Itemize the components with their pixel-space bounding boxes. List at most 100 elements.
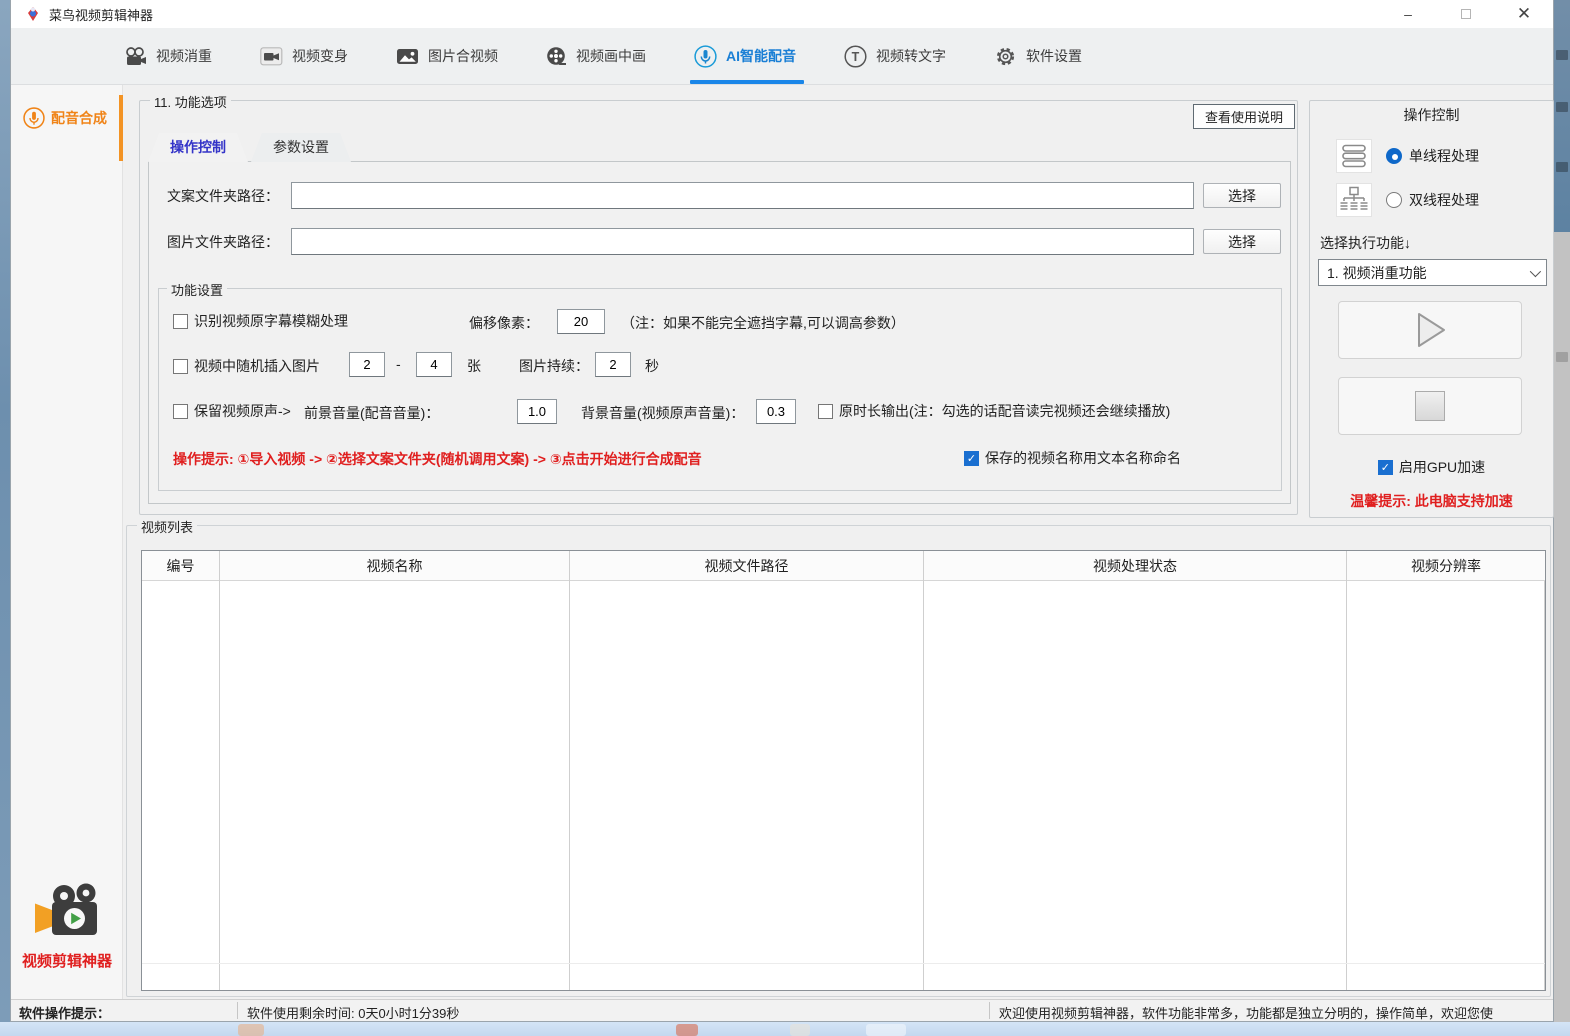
taskbar-icon — [676, 1024, 698, 1036]
video-list-group: 视频列表 编号 视频名称 视频文件路径 视频处理状态 视频分辨率 — [126, 525, 1551, 997]
movie-camera-icon — [123, 47, 147, 66]
video-list-title: 视频列表 — [137, 517, 197, 536]
fg-volume-input[interactable] — [517, 399, 557, 424]
taskbar-icon — [238, 1024, 264, 1036]
function-select[interactable]: 1. 视频消重功能 — [1318, 259, 1547, 286]
film-reel-icon — [546, 46, 567, 67]
welcome-marquee-text: 欢迎使用视频剪辑神器，软件功能非常多，功能都是独立分明的，操作简单，欢迎您使 — [999, 1003, 1493, 1021]
start-button[interactable] — [1338, 301, 1522, 359]
nav-tab-image-to-video[interactable]: 图片合视频 — [396, 28, 498, 84]
single-thread-radio[interactable]: 单线程处理 — [1386, 146, 1479, 166]
checkbox-box — [173, 359, 188, 374]
app-icon — [25, 6, 41, 22]
nav-tab-video-transform[interactable]: 视频变身 — [260, 28, 348, 84]
desktop-edge-left — [0, 0, 10, 1022]
save-name-checkbox[interactable]: 保存的视频名称用文本名称命名 — [964, 448, 1181, 468]
table-column — [142, 551, 220, 990]
image-folder-browse-button[interactable]: 选择 — [1203, 229, 1281, 254]
header-video-name[interactable]: 视频名称 — [220, 551, 570, 581]
header-status[interactable]: 视频处理状态 — [924, 551, 1347, 581]
bg-volume-input[interactable] — [756, 399, 796, 424]
sidebar-item-dubbing-synthesis[interactable]: 配音合成 — [11, 107, 122, 129]
checkbox-box — [964, 451, 979, 466]
nav-tab-video-to-text[interactable]: T 视频转文字 — [844, 28, 946, 84]
chevron-down-icon — [1530, 265, 1541, 276]
status-divider — [237, 1002, 238, 1019]
table-column — [220, 551, 570, 990]
text-circle-icon: T — [844, 45, 867, 68]
nav-tab-video-dedup[interactable]: 视频消重 — [123, 28, 212, 84]
tab-operation-control[interactable]: 操作控制 — [148, 133, 248, 162]
function-settings-group: 功能设置 识别视频原字幕模糊处理 偏移像素： （注：如果不能完全遮挡字幕,可以调… — [158, 288, 1282, 491]
sidebar-item-label: 配音合成 — [51, 108, 107, 128]
script-folder-browse-button[interactable]: 选择 — [1203, 183, 1281, 208]
app-logo: 视频剪辑神器 — [11, 883, 123, 971]
original-length-output-checkbox[interactable]: 原时长输出(注：勾选的话配音读完视频还会继续播放) — [818, 401, 1170, 421]
nav-tab-settings[interactable]: 软件设置 — [994, 28, 1082, 84]
insert-min-input[interactable] — [349, 352, 385, 377]
offset-pixel-label: 偏移像素： — [469, 313, 539, 333]
logo-caption: 视频剪辑神器 — [11, 950, 123, 971]
header-index[interactable]: 编号 — [142, 551, 220, 581]
maximize-button[interactable] — [1437, 0, 1495, 28]
svg-text:T: T — [852, 50, 860, 64]
play-icon — [1408, 309, 1452, 351]
image-folder-label: 图片文件夹路径： — [167, 232, 279, 252]
window-title: 菜鸟视频剪辑神器 — [49, 5, 153, 24]
image-duration-input[interactable] — [595, 352, 631, 377]
status-bar: 软件操作提示： 软件使用剩余时间: 0天0小时1分39秒 欢迎使用视频剪辑神器，… — [11, 999, 1553, 1021]
maximize-icon — [1461, 9, 1471, 19]
select-function-label: 选择执行功能↓ — [1320, 233, 1411, 253]
insert-unit-label: 张 — [467, 356, 481, 376]
function-options-group: 11. 功能选项 查看使用说明 操作控制 参数设置 文案文件夹路径： 选择 图片… — [139, 100, 1298, 515]
mic-icon — [23, 107, 45, 129]
gear-icon — [994, 45, 1017, 68]
main-content: 11. 功能选项 查看使用说明 操作控制 参数设置 文案文件夹路径： 选择 图片… — [123, 85, 1553, 999]
keep-original-audio-checkbox[interactable]: 保留视频原声-> — [173, 401, 291, 421]
nav-tab-picture-in-picture[interactable]: 视频画中画 — [546, 28, 646, 84]
header-resolution[interactable]: 视频分辨率 — [1347, 551, 1545, 581]
header-file-path[interactable]: 视频文件路径 — [570, 551, 924, 581]
stop-button[interactable] — [1338, 377, 1522, 435]
camcorder-icon — [260, 47, 283, 66]
gpu-acceleration-checkbox[interactable]: 启用GPU加速 — [1378, 457, 1485, 477]
dual-thread-radio[interactable]: 双线程处理 — [1386, 190, 1479, 210]
checkbox-box — [173, 404, 188, 419]
desktop-edge-right — [1554, 0, 1570, 1022]
random-insert-image-checkbox[interactable]: 视频中随机插入图片 — [173, 356, 320, 376]
range-dash: - — [396, 356, 401, 372]
single-thread-icon — [1336, 139, 1372, 173]
image-folder-input[interactable] — [291, 228, 1194, 255]
title-bar: 菜鸟视频剪辑神器 – ✕ — [11, 0, 1553, 28]
nav-tab-ai-dubbing[interactable]: AI智能配音 — [694, 28, 796, 84]
stop-icon — [1415, 391, 1445, 421]
operation-hint: 操作提示: ①导入视频 -> ②选择文案文件夹(随机调用文案) -> ③点击开始… — [173, 449, 702, 469]
script-folder-input[interactable] — [291, 182, 1194, 209]
video-table[interactable]: 编号 视频名称 视频文件路径 视频处理状态 视频分辨率 — [141, 550, 1546, 991]
table-column — [570, 551, 924, 990]
app-window: 菜鸟视频剪辑神器 – ✕ 视频消重 视频变身 — [10, 0, 1554, 1022]
taskbar — [0, 1022, 1570, 1036]
mic-icon — [694, 45, 717, 68]
offset-pixel-input[interactable] — [557, 309, 605, 334]
view-instructions-button[interactable]: 查看使用说明 — [1193, 104, 1295, 129]
minimize-button[interactable]: – — [1379, 0, 1437, 28]
duration-unit-label: 秒 — [645, 356, 659, 376]
table-column — [924, 551, 1347, 990]
table-gridline — [142, 963, 1545, 964]
background-window-sliver — [1554, 0, 1570, 232]
table-column — [1347, 551, 1545, 990]
main-nav: 视频消重 视频变身 图片合视频 — [11, 28, 1553, 85]
insert-max-input[interactable] — [416, 352, 452, 377]
tab-parameter-settings[interactable]: 参数设置 — [251, 133, 351, 162]
gpu-support-note: 温馨提示: 此电脑支持加速 — [1310, 491, 1553, 511]
close-button[interactable]: ✕ — [1495, 0, 1553, 28]
dual-thread-icon — [1336, 183, 1372, 217]
fg-volume-label: 前景音量(配音音量)： — [304, 403, 439, 423]
script-folder-label: 文案文件夹路径： — [167, 186, 279, 206]
checkbox-box — [818, 404, 833, 419]
blur-subtitle-checkbox[interactable]: 识别视频原字幕模糊处理 — [173, 311, 348, 331]
status-divider — [989, 1002, 990, 1019]
remaining-time-text: 软件使用剩余时间: 0天0小时1分39秒 — [247, 1003, 459, 1021]
offset-note: （注：如果不能完全遮挡字幕,可以调高参数） — [621, 313, 905, 333]
